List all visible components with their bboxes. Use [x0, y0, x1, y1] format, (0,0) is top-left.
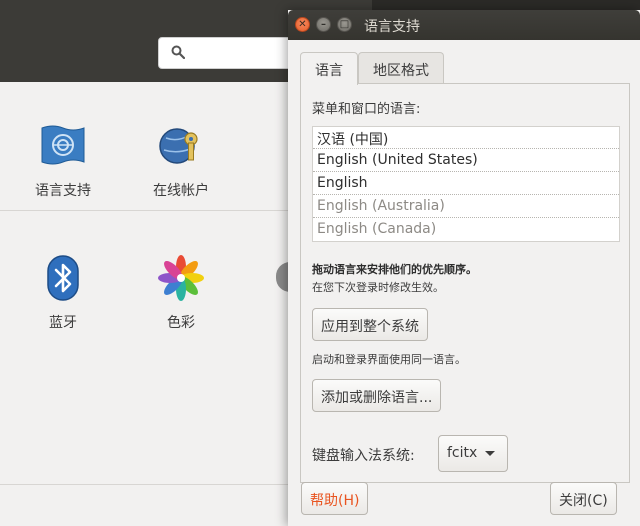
help-button[interactable]: 帮助(H) — [301, 482, 369, 515]
window-minimize-button[interactable]: – — [316, 17, 331, 32]
search-icon — [171, 45, 185, 59]
login-screen-hint: 启动和登录界面使用同一语言。 — [312, 353, 466, 366]
menu-language-label: 菜单和窗口的语言: — [312, 102, 421, 117]
input-method-value: fcitx — [447, 445, 478, 461]
settings-item-online-accounts[interactable]: 在线帐户 — [126, 122, 236, 200]
bluetooth-icon — [39, 254, 87, 302]
close-button[interactable]: 关闭(C) — [550, 482, 617, 515]
window-close-button[interactable]: ✕ — [295, 17, 310, 32]
settings-item-color[interactable]: 色彩 — [126, 254, 236, 332]
top-panel-strip — [372, 0, 640, 10]
language-support-dialog: ✕ – □ 语言支持 语言 地区格式 菜单和窗口的语言: 汉语 (中国) Eng… — [288, 10, 640, 526]
dialog-titlebar: ✕ – □ 语言支持 — [288, 10, 640, 40]
language-list-item[interactable]: English (United States) — [313, 150, 619, 172]
color-icon — [157, 254, 205, 302]
input-method-label: 键盘输入法系统: — [312, 448, 415, 464]
window-maximize-button[interactable]: □ — [337, 17, 352, 32]
dialog-title: 语言支持 — [364, 19, 420, 35]
settings-search-input[interactable] — [158, 37, 308, 69]
close-icon: ✕ — [298, 19, 307, 30]
settings-item-bluetooth[interactable]: 蓝牙 — [8, 254, 118, 332]
tab-regional-formats[interactable]: 地区格式 — [358, 52, 444, 84]
language-list-item[interactable]: 汉语 (中国) — [313, 127, 619, 149]
online-accounts-icon — [157, 122, 205, 170]
language-list-item[interactable]: English — [313, 173, 619, 195]
maximize-icon: □ — [339, 19, 350, 30]
language-flag-icon — [39, 122, 87, 170]
settings-item-label: 在线帐户 — [153, 183, 209, 199]
settings-item-language-support[interactable]: 语言支持 — [8, 122, 118, 200]
language-list-item[interactable]: English (Australia) — [313, 196, 619, 218]
minimize-icon: – — [321, 19, 326, 30]
settings-item-label: 色彩 — [167, 315, 195, 331]
apply-system-wide-button[interactable]: 应用到整个系统 — [312, 308, 428, 341]
settings-item-label: 语言支持 — [35, 183, 91, 199]
settings-item-label: 蓝牙 — [49, 315, 77, 331]
language-tab-panel: 菜单和窗口的语言: 汉语 (中国) English (United States… — [300, 83, 630, 483]
chevron-down-icon — [485, 451, 495, 456]
tab-language[interactable]: 语言 — [300, 52, 358, 85]
next-login-hint: 在您下次登录时修改生效。 — [312, 281, 444, 294]
input-method-select[interactable]: fcitx — [438, 435, 508, 472]
drag-order-hint: 拖动语言来安排他们的优先顺序。 — [312, 263, 477, 276]
language-list-item[interactable]: English (Canada) — [313, 219, 619, 241]
add-remove-languages-button[interactable]: 添加或删除语言... — [312, 379, 442, 412]
language-list[interactable]: 汉语 (中国) English (United States) English … — [312, 126, 620, 242]
